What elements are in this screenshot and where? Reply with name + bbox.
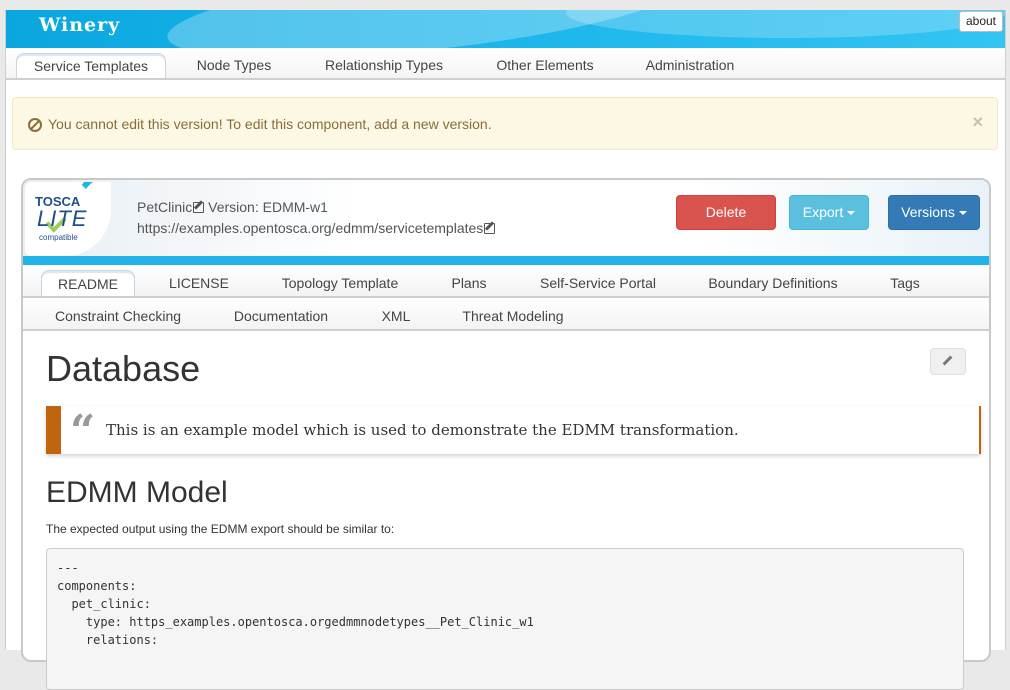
ban-icon (28, 118, 42, 132)
readme-paragraph: The expected output using the EDMM expor… (46, 522, 395, 536)
tab-license[interactable]: LICENSE (155, 270, 243, 295)
header-decoration (566, 10, 1005, 38)
logo-text-compatible: compatible (39, 233, 78, 242)
header-accent-bar (23, 256, 989, 265)
component-card: TOSCA LITE compatible PetClinic Version:… (21, 178, 991, 690)
tab-self-service-portal[interactable]: Self-Service Portal (527, 270, 669, 295)
code-line: --- (57, 561, 79, 575)
export-button[interactable]: Export (789, 195, 869, 230)
component-tabs-row-2: Constraint Checking Documentation XML Th… (23, 298, 989, 331)
tab-xml[interactable]: XML (367, 303, 425, 328)
export-label: Export (802, 204, 844, 220)
readme-subheading: EDMM Model (46, 476, 228, 509)
code-line: type: https_examples.opentosca.orgedmmno… (57, 615, 534, 629)
delete-button[interactable]: Delete (676, 195, 776, 230)
edit-name-icon[interactable] (193, 202, 205, 213)
component-name-line: PetClinic Version: EDMM-w1 (137, 199, 328, 215)
tab-documentation[interactable]: Documentation (219, 303, 343, 328)
component-name: PetClinic (137, 199, 193, 215)
tab-topology-template[interactable]: Topology Template (267, 270, 413, 295)
tab-relationship-types[interactable]: Relationship Types (310, 53, 458, 77)
component-tabs-row-1: README LICENSE Topology Template Plans S… (23, 265, 989, 298)
readme-heading: Database (46, 348, 201, 389)
app-header: Winery about (6, 10, 1005, 48)
tab-readme[interactable]: README (41, 270, 135, 296)
quote-text: This is an example model which is used t… (106, 421, 739, 439)
code-block: --- components: pet_clinic: type: https_… (46, 548, 964, 690)
quote-icon: “ (70, 406, 96, 457)
logo-text-lite: LITE (37, 206, 88, 231)
app-title: Winery (39, 14, 121, 36)
caret-down-icon (847, 211, 856, 215)
close-icon[interactable]: × (972, 112, 983, 133)
about-button[interactable]: about (958, 11, 1003, 32)
tosca-lite-logo: TOSCA LITE compatible (25, 182, 111, 256)
readme-blockquote: “ This is an example model which is used… (46, 406, 981, 454)
delete-label: Delete (705, 204, 747, 220)
tab-administration[interactable]: Administration (632, 53, 748, 77)
main-nav: Service Templates Node Types Relationshi… (6, 48, 1005, 80)
code-line: relations: (57, 633, 159, 647)
tab-other-elements[interactable]: Other Elements (480, 53, 610, 77)
versions-button[interactable]: Versions (888, 195, 980, 230)
versions-label: Versions (901, 204, 955, 220)
component-version: Version: EDMM-w1 (204, 199, 328, 215)
tab-service-templates[interactable]: Service Templates (16, 53, 166, 78)
component-namespace: https://examples.opentosca.org/edmm/serv… (137, 220, 484, 236)
caret-down-icon (958, 211, 967, 215)
tab-constraint-checking[interactable]: Constraint Checking (41, 303, 195, 328)
alert-message: You cannot edit this version! To edit th… (48, 116, 492, 132)
component-namespace-line: https://examples.opentosca.org/edmm/serv… (137, 220, 496, 236)
code-line: pet_clinic: (57, 597, 151, 611)
code-line: components: (57, 579, 137, 593)
tab-node-types[interactable]: Node Types (178, 53, 290, 77)
warning-alert: You cannot edit this version! To edit th… (12, 97, 998, 150)
edit-namespace-icon[interactable] (484, 223, 496, 234)
component-header: TOSCA LITE compatible PetClinic Version:… (23, 180, 989, 265)
tab-tags[interactable]: Tags (875, 270, 935, 295)
tab-plans[interactable]: Plans (437, 270, 501, 295)
winery-app: Winery about Service Templates Node Type… (5, 10, 1006, 690)
edit-readme-button[interactable] (930, 348, 966, 375)
tab-boundary-definitions[interactable]: Boundary Definitions (693, 270, 853, 295)
tab-threat-modeling[interactable]: Threat Modeling (451, 303, 575, 328)
